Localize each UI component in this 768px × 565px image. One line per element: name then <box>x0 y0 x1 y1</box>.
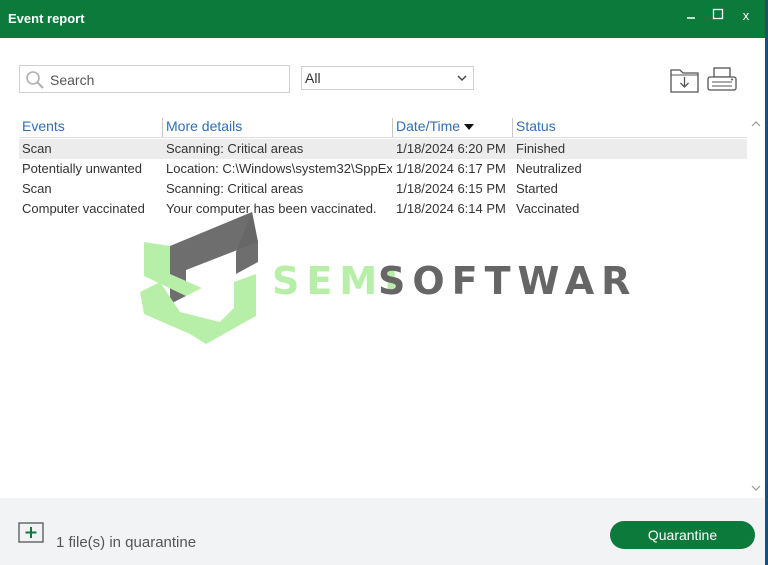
column-header-more-details[interactable]: More details <box>162 118 392 137</box>
table-scrollbar[interactable] <box>749 116 764 496</box>
watermark-wordmark: SEMI SOFTWARES <box>272 259 635 303</box>
add-file-icon[interactable] <box>18 522 44 544</box>
column-header-label: Status <box>516 118 556 134</box>
table-header: Events More details Date/Time Status <box>19 116 747 138</box>
table-row[interactable]: Potentially unwanted Location: C:\Window… <box>19 159 747 179</box>
quarantine-button[interactable]: Quarantine <box>610 521 755 549</box>
table-row[interactable]: Scan Scanning: Critical areas 1/18/2024 … <box>19 139 747 159</box>
column-header-status[interactable]: Status <box>512 118 747 137</box>
watermark-text-gray: SOFTWARES <box>378 259 635 303</box>
chevron-down-icon[interactable] <box>751 484 761 492</box>
cell-event: Potentially unwanted <box>22 161 142 176</box>
event-filter-select[interactable]: All <box>301 66 474 90</box>
cell-details: Scanning: Critical areas <box>166 181 304 196</box>
maximize-button[interactable] <box>708 7 728 25</box>
maximize-icon <box>712 8 724 20</box>
column-header-label: More details <box>166 118 243 134</box>
column-header-date-time[interactable]: Date/Time <box>392 118 512 137</box>
search-input[interactable] <box>48 69 288 91</box>
cell-details: Location: C:\Windows\system32\SppEx <box>166 161 392 176</box>
footer-bar: 1 file(s) in quarantine Quarantine <box>0 498 765 565</box>
cell-status: Finished <box>516 141 566 156</box>
semisoftwares-watermark-logo: SEMI SOFTWARES <box>140 212 635 344</box>
save-to-folder-icon[interactable] <box>669 66 701 94</box>
chevron-up-icon[interactable] <box>751 120 761 128</box>
cell-datetime: 1/18/2024 6:17 PM <box>396 161 506 176</box>
search-box[interactable] <box>19 65 290 93</box>
close-button[interactable]: x <box>736 7 756 25</box>
title-bar: Event report x <box>0 0 765 38</box>
printer-icon[interactable] <box>706 66 738 94</box>
cell-datetime: 1/18/2024 6:15 PM <box>396 181 506 196</box>
table-body: Scan Scanning: Critical areas 1/18/2024 … <box>19 139 747 219</box>
column-header-events[interactable]: Events <box>19 118 162 137</box>
cell-event: Scan <box>22 181 52 196</box>
cell-details: Scanning: Critical areas <box>166 141 304 156</box>
cell-status: Started <box>516 181 558 196</box>
chevron-down-icon <box>457 75 467 81</box>
minimize-button[interactable] <box>681 7 701 25</box>
quarantine-count-text: 1 file(s) in quarantine <box>56 534 197 551</box>
cell-datetime: 1/18/2024 6:20 PM <box>396 141 506 156</box>
minimize-icon <box>687 17 695 19</box>
table-row[interactable]: Scan Scanning: Critical areas 1/18/2024 … <box>19 179 747 199</box>
window-title: Event report <box>8 11 85 26</box>
column-header-label: Date/Time <box>396 118 461 134</box>
cell-status: Neutralized <box>516 161 582 176</box>
sort-descending-icon <box>464 124 475 131</box>
search-icon <box>26 71 44 89</box>
filter-selected-value: All <box>305 70 321 86</box>
cell-event: Scan <box>22 141 52 156</box>
column-header-label: Events <box>22 118 65 134</box>
